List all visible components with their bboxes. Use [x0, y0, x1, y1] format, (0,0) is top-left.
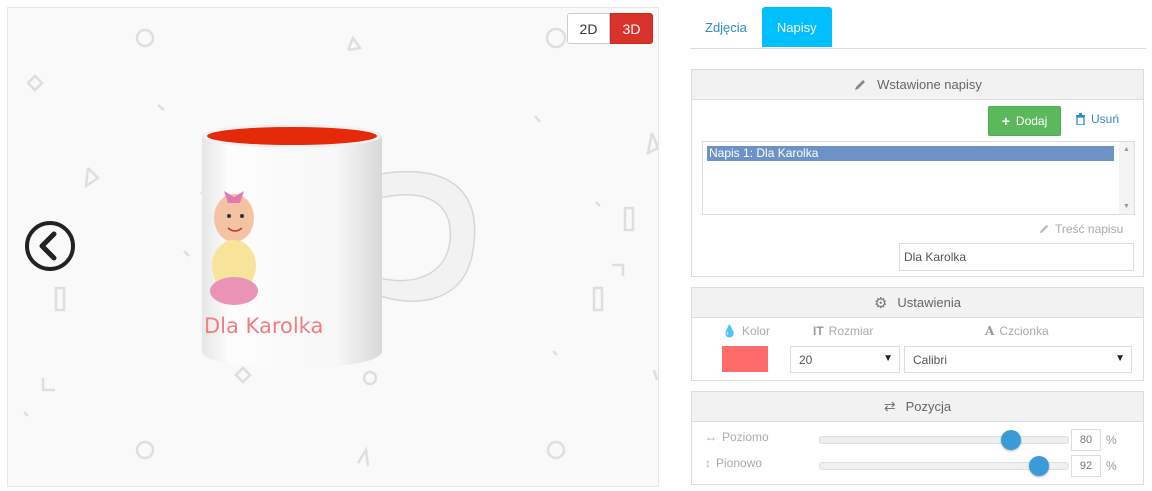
size-select[interactable]: 20 ▼: [790, 346, 900, 373]
texts-panel-title: Wstawione napisy: [877, 77, 982, 92]
texts-list[interactable]: Napis 1: Dla Karolka ▲ ▼: [702, 141, 1135, 215]
add-text-label: Dodaj: [1015, 114, 1048, 128]
settings-panel-header: ⚙ Ustawienia: [692, 288, 1143, 318]
remove-text-button[interactable]: Usuń: [1075, 112, 1119, 126]
view-3d-button[interactable]: 3D: [610, 13, 653, 44]
text-height-icon: IT: [813, 324, 824, 338]
horizontal-label-row: ↔ Poziomo: [705, 430, 769, 444]
plus-icon: +: [1001, 113, 1010, 129]
remove-text-label: Usuń: [1091, 112, 1120, 126]
vertical-label: Pionowo: [716, 456, 763, 470]
texts-panel: Wstawione napisy + Dodaj Usuń Napis 1: D…: [691, 69, 1144, 277]
position-panel-header: ⇄ Pozycja: [692, 392, 1143, 422]
color-label-row: 💧 Kolor: [722, 324, 770, 338]
scroll-down-icon[interactable]: ▼: [1123, 203, 1130, 210]
vertical-label-row: ↕ Pionowo: [705, 456, 762, 470]
horizontal-slider-handle[interactable]: [1001, 430, 1022, 450]
horizontal-value[interactable]: 80: [1071, 429, 1101, 451]
color-swatch[interactable]: [722, 346, 768, 372]
pencil-icon: [855, 79, 866, 90]
back-arrow-icon[interactable]: [24, 220, 76, 272]
font-select[interactable]: Calibri ▼: [904, 346, 1132, 373]
list-scrollbar[interactable]: ▲ ▼: [1119, 142, 1134, 214]
tab-photos[interactable]: Zdjęcia: [690, 7, 762, 47]
size-label-row: IT Rozmiar: [813, 324, 873, 338]
view-2d-button[interactable]: 2D: [567, 13, 610, 44]
texts-panel-header: Wstawione napisy: [692, 70, 1143, 100]
position-panel-title: Pozycja: [905, 399, 952, 414]
horizontal-label: Poziomo: [722, 430, 769, 444]
view-toggle: 2D 3D: [567, 13, 653, 44]
settings-panel: ⚙ Ustawienia 💧 Kolor IT Rozmiar A Czcion…: [691, 287, 1144, 381]
horizontal-unit: %: [1106, 433, 1117, 447]
vertical-unit: %: [1106, 459, 1117, 473]
font-label-row: A Czcionka: [985, 324, 1049, 338]
product-preview[interactable]: 2D 3D Dla Karolka: [7, 7, 659, 487]
font-icon: A: [985, 324, 995, 338]
text-content-label: Treść napisu: [1055, 222, 1124, 236]
text-content-input[interactable]: Dla Karolka: [899, 243, 1134, 271]
scroll-up-icon[interactable]: ▲: [1123, 146, 1130, 153]
mug-image: [202, 124, 476, 369]
vertical-value[interactable]: 92: [1071, 455, 1101, 477]
pencil-icon: [1039, 224, 1049, 234]
color-label: Kolor: [741, 324, 770, 338]
font-select-value: Calibri: [913, 352, 948, 367]
retweet-icon: ⇄: [883, 398, 896, 414]
font-label: Czcionka: [999, 324, 1049, 338]
list-item[interactable]: Napis 1: Dla Karolka: [707, 146, 1114, 161]
trash-icon: [1076, 113, 1085, 125]
arrows-vertical-icon: ↕: [705, 456, 711, 470]
arrows-horizontal-icon: ↔: [705, 430, 717, 444]
settings-panel-title: Ustawienia: [897, 295, 962, 310]
mug-printed-text: Dla Karolka: [204, 314, 324, 338]
editor-tabs: Zdjęcia Napisy: [690, 7, 1146, 49]
tint-icon: 💧: [722, 324, 737, 338]
size-label: Rozmiar: [828, 324, 874, 338]
tab-texts[interactable]: Napisy: [761, 7, 832, 47]
vertical-slider-handle[interactable]: [1028, 456, 1049, 476]
caret-down-icon: ▼: [1115, 353, 1125, 364]
horizontal-slider[interactable]: [819, 436, 1069, 444]
size-select-value: 20: [799, 352, 813, 367]
gear-icon: ⚙: [873, 294, 888, 312]
add-text-button[interactable]: + Dodaj: [988, 106, 1061, 136]
position-panel: ⇄ Pozycja ↔ Poziomo ↕ Pionowo 80 % 92 %: [691, 391, 1144, 485]
text-content-label-row: Treść napisu: [1038, 222, 1123, 236]
caret-down-icon: ▼: [883, 353, 893, 364]
